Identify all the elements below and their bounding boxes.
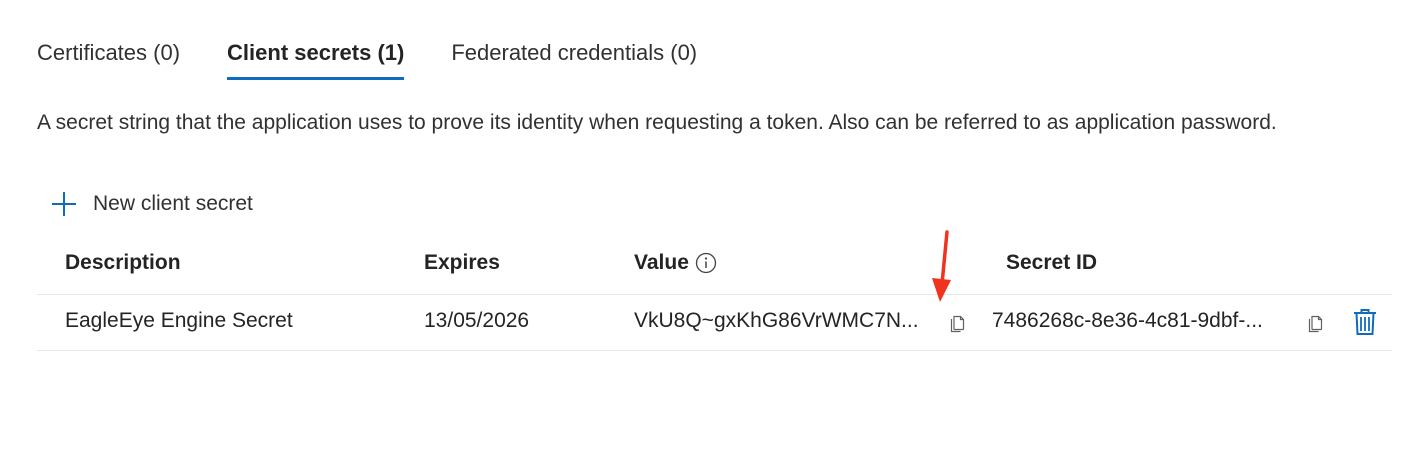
table-header: Description Expires Value Secret ID [37,236,1392,295]
cell-secret-id: 7486268c-8e36-4c81-9dbf-... [992,309,1263,332]
tab-federated-credentials[interactable]: Federated credentials (0) [451,30,697,80]
cell-value: VkU8Q~gxKhG86VrWMC7N... [634,309,919,332]
header-value-label: Value [634,251,689,274]
cell-description: EagleEye Engine Secret [65,309,293,332]
header-description: Description [65,251,181,274]
client-secrets-table: Description Expires Value Secret ID Eagl… [37,236,1392,351]
client-secrets-page: Certificates (0) Client secrets (1) Fede… [0,0,1407,450]
cell-expires: 13/05/2026 [424,309,530,332]
annotation-arrow-icon [932,230,951,302]
credentials-tabs: Certificates (0) Client secrets (1) Fede… [37,30,744,86]
copy-value-icon[interactable] [947,312,969,334]
delete-icon[interactable] [1351,307,1379,337]
tab-client-secrets[interactable]: Client secrets (1) [227,30,405,80]
header-secret-id: Secret ID [1006,251,1098,274]
section-description: A secret string that the application use… [37,111,1277,134]
info-icon[interactable] [695,252,717,274]
new-client-secret-label: New client secret [93,192,253,215]
copy-secret-id-icon[interactable] [1305,312,1327,334]
new-client-secret-button[interactable]: New client secret [50,186,253,222]
tab-certificates[interactable]: Certificates (0) [37,30,180,80]
header-expires: Expires [424,251,500,274]
header-value: Value [634,251,717,275]
table-row: EagleEye Engine Secret 13/05/2026 VkU8Q~… [37,295,1392,351]
plus-icon [50,190,78,218]
